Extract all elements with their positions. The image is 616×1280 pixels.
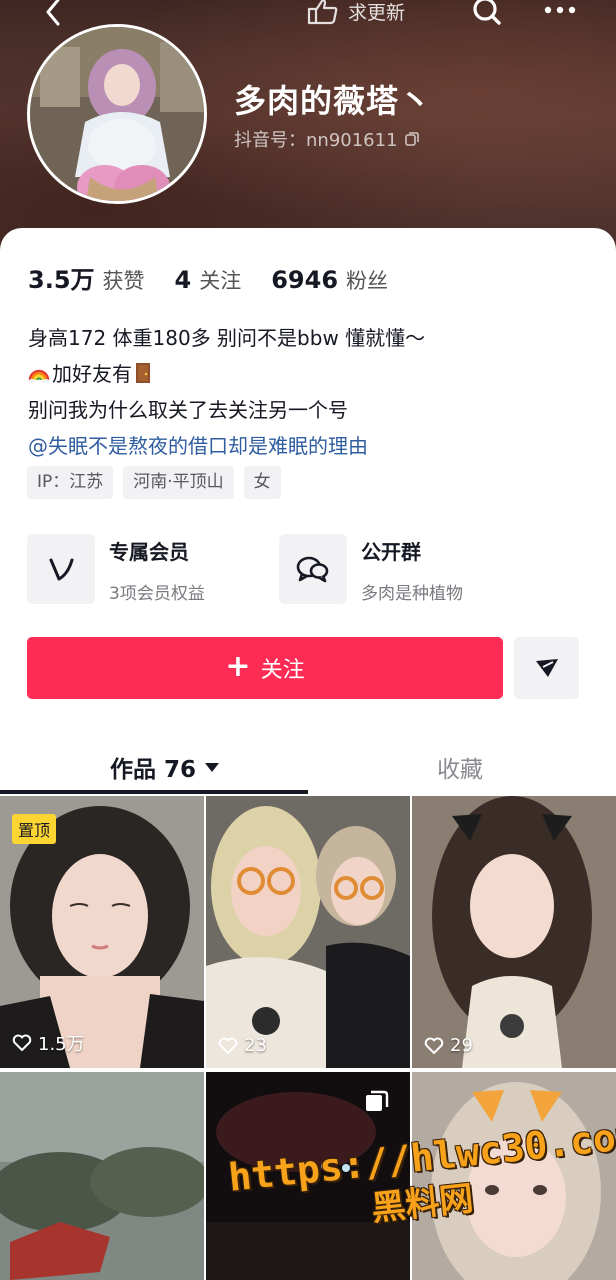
request-update-label: 求更新 xyxy=(348,1,406,24)
heart-icon xyxy=(218,1037,238,1054)
pinned-badge: 置顶 xyxy=(12,814,57,844)
public-group-entry[interactable]: 公开群 多肉是种植物 xyxy=(279,534,463,604)
public-group-icon-box xyxy=(279,534,347,604)
likes-count: 29 xyxy=(424,1035,473,1056)
back-arrow-icon xyxy=(46,0,60,26)
v-logo-icon xyxy=(49,558,74,581)
action-row: + 关注 xyxy=(27,637,579,699)
bio: 身高172 体重180多 别问不是bbw 懂就懂～ 加好友有 别问我为什么取关了… xyxy=(28,320,425,464)
multi-image-icon xyxy=(366,1090,389,1111)
membership-subtitle: 3项会员权益 xyxy=(109,584,205,604)
likes-value: 23 xyxy=(244,1035,267,1056)
rainbow-emoji xyxy=(28,369,50,383)
tag-gender: 女 xyxy=(243,466,281,499)
copy-icon[interactable] xyxy=(404,131,420,147)
send-icon xyxy=(535,659,558,677)
content-tabs: 作品 76 收藏 xyxy=(0,738,616,796)
door-emoji xyxy=(136,363,150,383)
bio-line-3: 别问我为什么取关了去关注另一个号 xyxy=(28,398,348,422)
bio-mention-link[interactable]: @失眠不是熬夜的借口却是难眠的理由 xyxy=(28,428,425,464)
follow-button[interactable]: + 关注 xyxy=(27,637,503,699)
search-button[interactable] xyxy=(470,0,504,30)
stats-row: 3.5万 获赞 4 关注 6946 粉丝 xyxy=(28,260,418,295)
public-group-subtitle: 多肉是种植物 xyxy=(361,584,463,604)
heart-icon xyxy=(12,1034,32,1051)
video-cover-image xyxy=(0,1072,204,1280)
message-button[interactable] xyxy=(514,637,579,699)
membership-entry[interactable]: 专属会员 3项会员权益 xyxy=(27,534,205,604)
follow-label: 关注 xyxy=(260,658,305,683)
tag-location: 河南·平顶山 xyxy=(123,466,234,499)
likes-value: 29 xyxy=(450,1035,473,1056)
profile-header: 求更新 多肉的薇塔丶 抖音号：nn901611 xyxy=(0,0,616,260)
likes-count: 23 xyxy=(218,1035,267,1056)
back-button[interactable] xyxy=(36,0,72,30)
likes-label: 获赞 xyxy=(102,269,145,293)
membership-title: 专属会员 xyxy=(109,540,189,564)
following-label[interactable]: 关注 xyxy=(199,265,241,295)
video-thumbnail[interactable]: 29 xyxy=(412,796,616,1068)
video-cover-image xyxy=(412,796,616,1068)
public-group-title: 公开群 xyxy=(361,540,421,564)
more-button[interactable] xyxy=(540,0,580,28)
avatar[interactable] xyxy=(27,24,207,204)
features-row: 专属会员 3项会员权益 公开群 多肉是种植物 xyxy=(27,534,587,604)
more-icon xyxy=(544,6,576,14)
video-thumbnail[interactable]: 置顶 1.5万 xyxy=(0,796,204,1068)
active-tab-indicator xyxy=(0,790,308,794)
douyin-id-text: 抖音号：nn901611 xyxy=(234,130,398,151)
bio-line-2: 加好友有 xyxy=(28,356,425,392)
video-thumbnail[interactable] xyxy=(0,1072,204,1280)
plus-icon: + xyxy=(225,648,251,684)
bio-line-1: 身高172 体重180多 别问不是bbw 懂就懂～ xyxy=(28,326,426,350)
video-cover-image xyxy=(206,796,410,1068)
search-icon xyxy=(473,0,501,25)
douyin-id[interactable]: 抖音号：nn901611 xyxy=(234,126,420,152)
following-count[interactable]: 4 xyxy=(175,266,192,294)
tab-works-label: 作品 76 xyxy=(110,757,197,783)
top-bar: 求更新 xyxy=(0,0,616,28)
update-hand-icon xyxy=(307,0,338,25)
bio-line-2-text: 加好友有 xyxy=(52,362,132,386)
likes-value: 1.5万 xyxy=(38,1034,85,1055)
tab-works[interactable]: 作品 76 xyxy=(110,738,220,796)
followers-count[interactable]: 6946 xyxy=(271,266,338,294)
nickname: 多肉的薇塔丶 xyxy=(234,82,433,120)
request-update-button[interactable]: 求更新 xyxy=(306,0,405,26)
membership-icon-box xyxy=(27,534,95,604)
followers-label[interactable]: 粉丝 xyxy=(346,265,388,295)
likes-count: 1.5万 xyxy=(12,1030,85,1056)
tab-collect[interactable]: 收藏 xyxy=(437,738,483,796)
avatar-image xyxy=(30,27,204,201)
group-chat-icon xyxy=(296,556,329,583)
tag-ip: IP：江苏 xyxy=(27,466,114,499)
tab-collect-label: 收藏 xyxy=(437,757,483,783)
tags-row: IP：江苏 河南·平顶山 女 xyxy=(27,466,281,499)
likes-count: 3.5万 xyxy=(28,266,95,294)
heart-icon xyxy=(424,1037,444,1054)
caret-down-icon xyxy=(205,763,220,772)
video-thumbnail[interactable]: 23 xyxy=(206,796,410,1068)
